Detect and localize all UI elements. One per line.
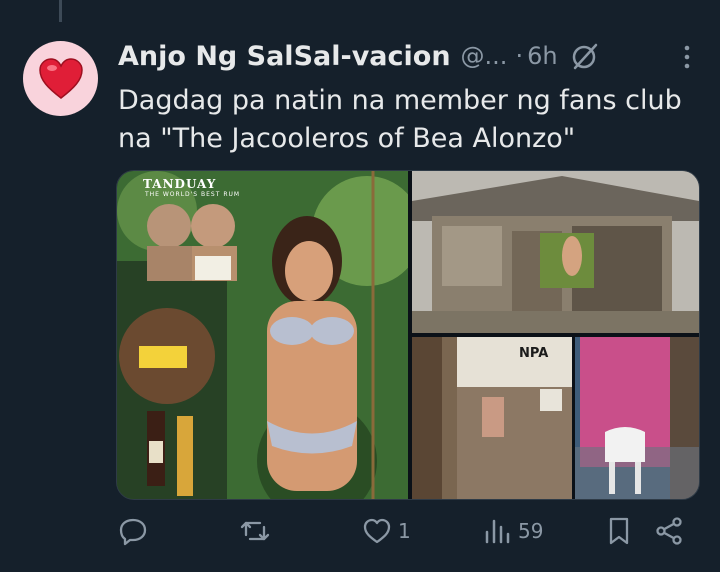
views-button[interactable]: 59 <box>482 506 543 556</box>
like-count: 1 <box>398 519 411 543</box>
avatar[interactable] <box>23 41 98 116</box>
thread-connector-line <box>59 0 62 22</box>
media-photo-3[interactable]: NPA <box>412 337 572 499</box>
photo-2-illustration <box>412 171 699 333</box>
photo-4-illustration <box>575 337 699 499</box>
post-text: Dagdag pa natin na member ng fans club n… <box>118 85 682 154</box>
bookmark-icon <box>609 517 629 545</box>
repost-button[interactable] <box>240 506 276 556</box>
share-icon <box>656 517 682 545</box>
reply-button[interactable] <box>118 506 154 556</box>
brand-subtext: THE WORLD'S BEST RUM <box>145 191 241 198</box>
reply-icon <box>119 518 147 546</box>
like-button[interactable]: 1 <box>362 506 411 556</box>
media-photo-4[interactable] <box>575 337 699 499</box>
bookmark-button[interactable] <box>604 506 634 556</box>
photo-3-illustration <box>412 337 572 499</box>
media-photo-1[interactable]: TANDUAY THE WORLD'S BEST RUM <box>117 171 408 499</box>
grok-icon[interactable] <box>570 41 600 71</box>
photo-1-illustration <box>117 171 408 499</box>
media-photo-2[interactable] <box>412 171 699 333</box>
brand-logo-text: TANDUAY <box>143 177 217 191</box>
author-name[interactable]: Anjo Ng SalSal-vacion <box>118 41 451 72</box>
like-icon <box>363 518 391 544</box>
share-button[interactable] <box>654 506 684 556</box>
heart-avatar-icon <box>38 57 83 99</box>
author-handle[interactable]: @... <box>461 42 508 70</box>
post-actions-bar: 1 59 <box>0 506 720 556</box>
more-icon[interactable] <box>682 42 692 72</box>
npa-sign-text: NPA <box>519 346 549 361</box>
media-grid[interactable]: TANDUAY THE WORLD'S BEST RUM NPA <box>116 170 700 500</box>
post-header: Anjo Ng SalSal-vacion @... · 6h <box>118 36 700 76</box>
separator-dot: · <box>515 42 524 70</box>
views-icon <box>485 519 510 544</box>
post-timestamp[interactable]: 6h <box>527 42 557 70</box>
views-count: 59 <box>518 519 544 543</box>
repost-icon <box>240 521 270 541</box>
